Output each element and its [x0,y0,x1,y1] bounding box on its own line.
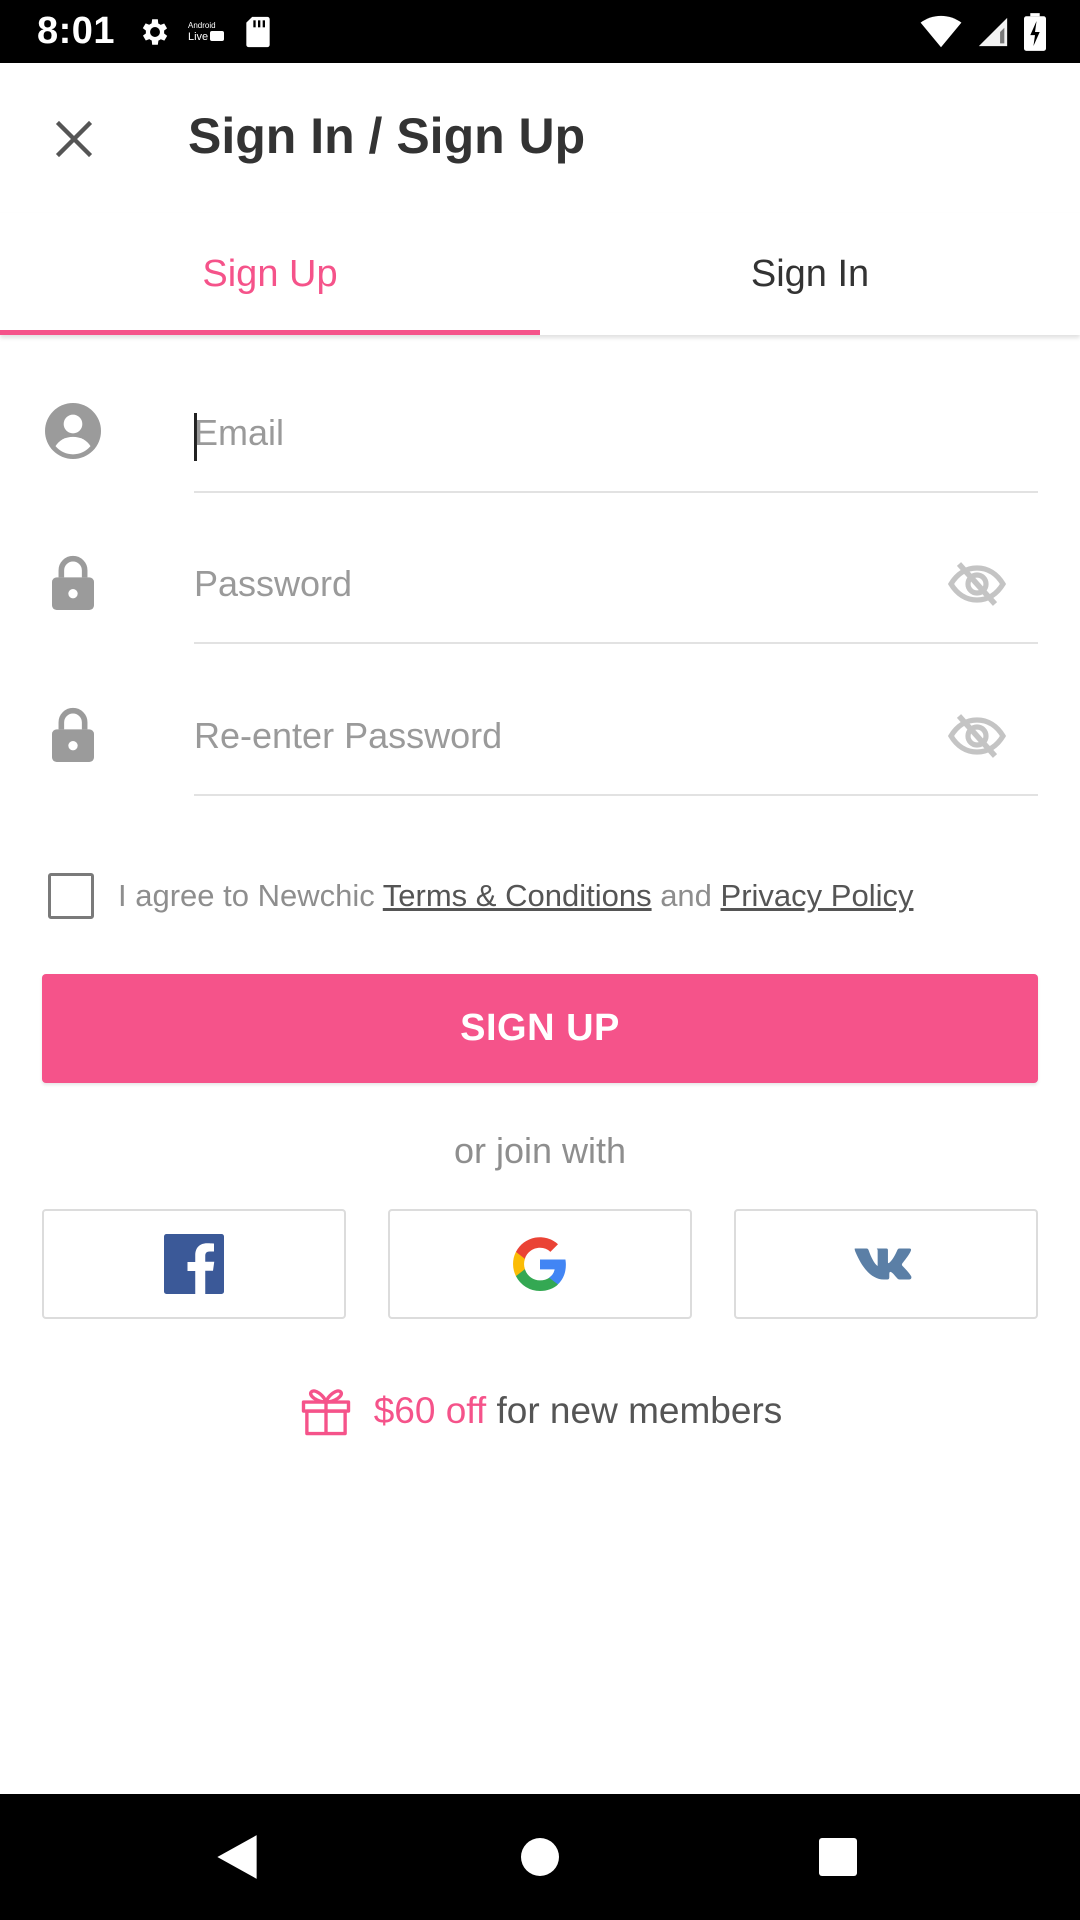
vk-login-button[interactable] [734,1209,1038,1319]
facebook-icon [164,1234,224,1294]
signal-icon [978,17,1008,47]
promo-text: $60 off for new members [374,1390,783,1432]
facebook-login-button[interactable] [42,1209,346,1319]
email-field-wrapper [194,373,1038,493]
battery-charging-icon [1024,13,1046,51]
promo-description: for new members [496,1390,783,1431]
confirm-password-field-wrapper [194,676,1038,796]
android-live-icon: AndroidLive [188,21,224,43]
privacy-link[interactable]: Privacy Policy [721,878,914,913]
svg-text:Live: Live [188,31,208,43]
agreement-row: I agree to Newchic Terms & Conditions an… [0,868,1080,928]
google-icon [513,1237,566,1291]
status-time: 8:01 [37,10,116,52]
new-member-promo: $60 off for new members [0,1380,1080,1442]
account-circle-icon [45,403,101,459]
join-with-label: or join with [453,1130,627,1171]
system-nav-bar [0,1794,1080,1920]
svg-text:Android: Android [188,21,216,30]
visibility-off-icon [947,562,1007,606]
email-input[interactable] [194,403,894,463]
wifi-icon [920,15,962,48]
visibility-off-icon [947,714,1007,758]
tab-label: Sign Up [202,252,338,295]
password-visibility-toggle[interactable] [946,556,1008,612]
password-field-wrapper [194,524,1038,644]
password-row [0,524,1080,644]
recents-icon [819,1838,857,1876]
vk-icon [854,1248,912,1280]
tab-label: Sign In [750,252,870,295]
nav-recents-button[interactable] [798,1822,878,1892]
lock-icon [45,554,101,610]
agreement-text: I agree to Newchic Terms & Conditions an… [118,878,913,914]
confirm-password-row [0,676,1080,796]
social-login-row [42,1209,1038,1319]
settings-icon [142,19,168,45]
promo-discount: $60 off [373,1390,487,1431]
password-input[interactable] [194,554,894,614]
confirm-password-input[interactable] [194,706,894,766]
sign-up-button[interactable]: SIGN UP [42,974,1038,1083]
status-left-icons: Android Live [138,12,272,52]
status-bar: 8:01 Android Live [0,0,1080,63]
auth-tabs: Sign Up Sign In [0,213,1080,335]
agree-checkbox[interactable] [48,873,94,919]
email-row [0,373,1080,493]
tab-sign-up[interactable]: Sign Up [0,213,540,335]
home-icon [521,1838,559,1876]
nav-back-button[interactable] [197,1822,277,1892]
close-icon [55,120,93,158]
lock-icon [45,706,101,762]
sd-card-icon [246,16,270,48]
close-button[interactable] [38,103,110,175]
agreement-conjunction: and [651,878,721,913]
page-title: Sign In / Sign Up [188,108,586,164]
tab-sign-in[interactable]: Sign In [540,213,1080,335]
app-toolbar: Sign In / Sign Up [0,63,1080,213]
agreement-prefix: I agree to Newchic [118,878,383,913]
active-tab-indicator [0,330,540,335]
nav-home-button[interactable] [500,1822,580,1892]
status-right-icons [920,12,1046,52]
confirm-password-visibility-toggle[interactable] [946,708,1008,764]
gift-icon [301,1389,350,1436]
back-icon [217,1835,257,1879]
google-login-button[interactable] [388,1209,692,1319]
terms-link[interactable]: Terms & Conditions [383,878,652,913]
